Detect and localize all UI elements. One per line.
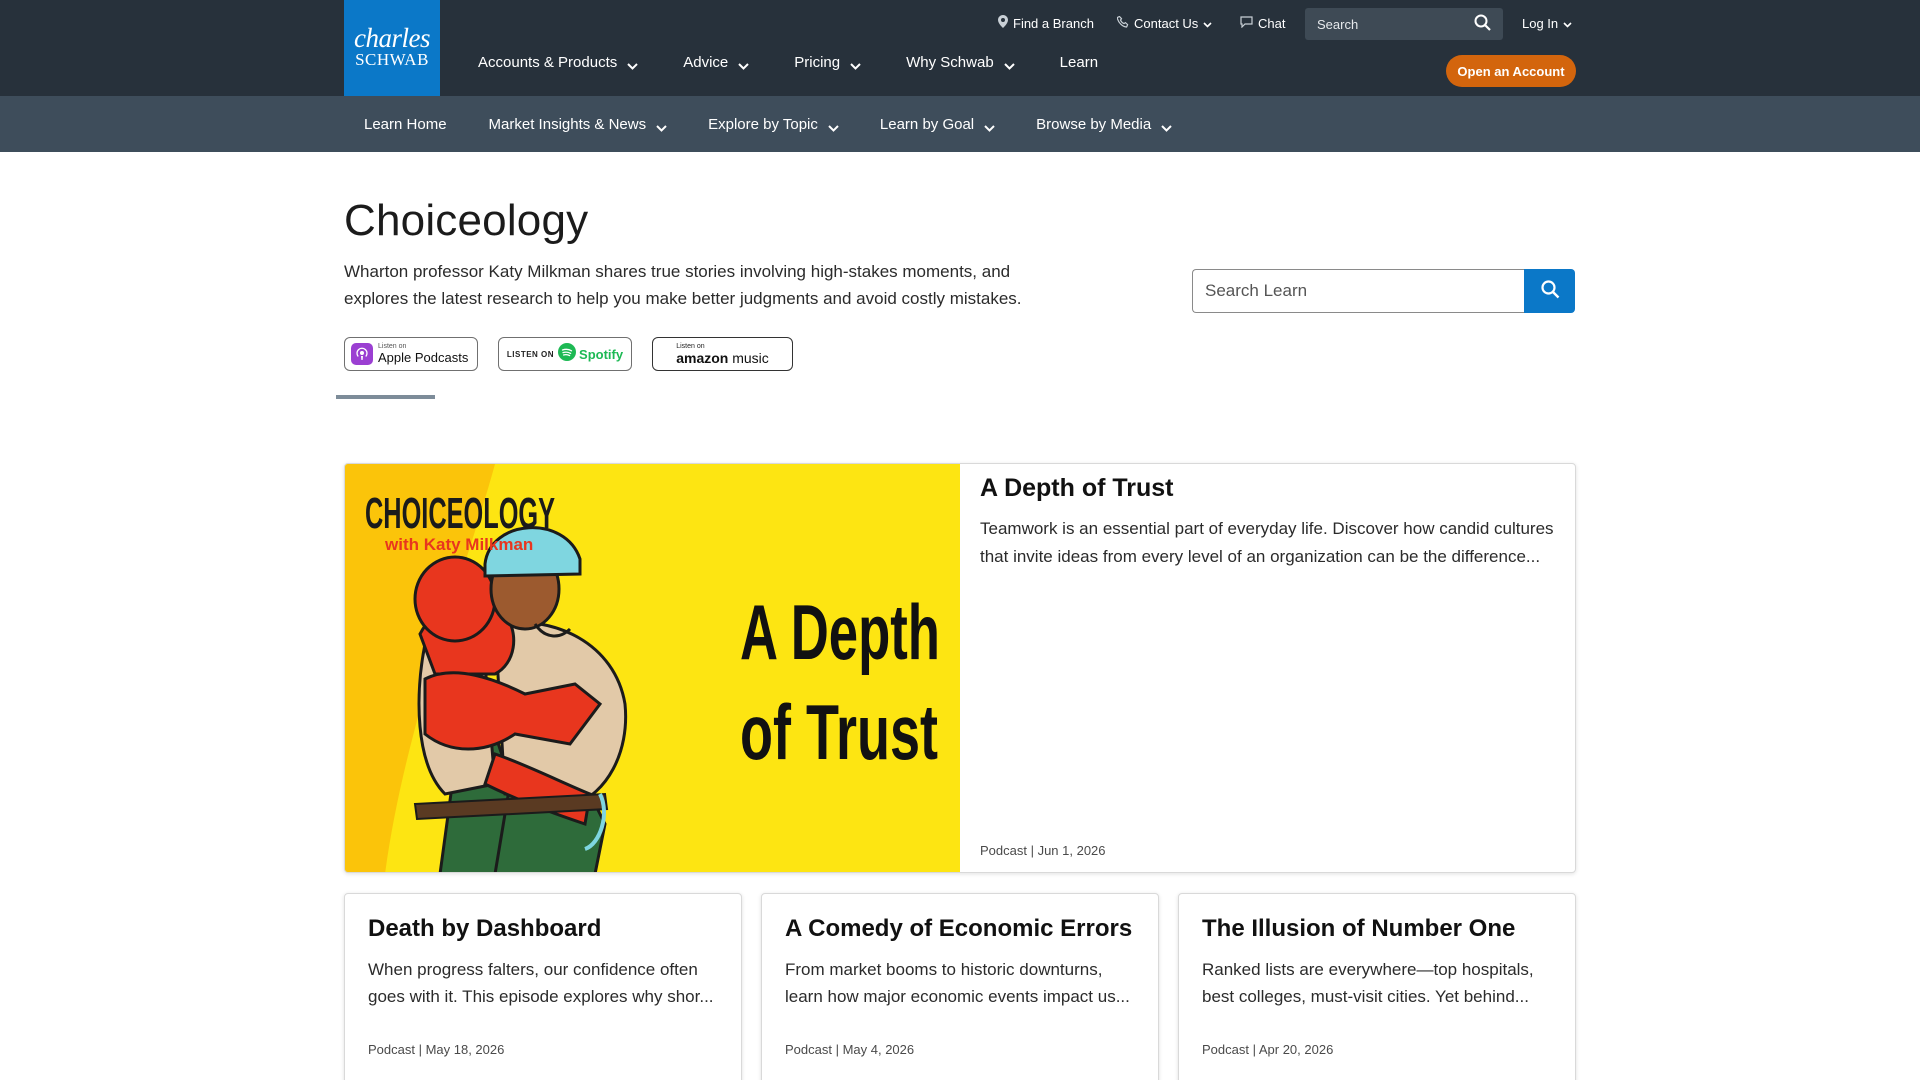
episode-title[interactable]: A Comedy of Economic Errors (785, 915, 1132, 943)
search-icon (1540, 279, 1560, 304)
featured-episode-title[interactable]: A Depth of Trust (980, 474, 1174, 503)
login-label: Log In (1522, 15, 1559, 31)
spotify-badge[interactable]: LISTEN ON Spotify (498, 337, 632, 371)
episode-card[interactable]: Death by Dashboard When progress falters… (344, 893, 742, 1080)
art-host-name: with Katy Milkman (384, 535, 533, 554)
chat-label: Chat (1258, 15, 1286, 31)
spotify-wordmark: Spotify (579, 346, 624, 362)
episode-description: From market booms to historic downturns,… (785, 960, 1130, 1006)
learn-search-button[interactable] (1524, 269, 1575, 313)
episode-description: When progress falters, our confidence of… (368, 960, 714, 1006)
sub-nav-market-insights[interactable]: Market Insights & News (489, 116, 667, 133)
main-nav-label: Why Schwab (906, 53, 994, 71)
learn-sub-nav: Learn Home Market Insights & News Explor… (0, 96, 1920, 152)
art-title-line-1: A Depth (740, 588, 940, 676)
main-nav: Accounts & Products Advice Pricing Why S… (478, 50, 1144, 98)
episode-meta: Podcast | May 4, 2026 (785, 1042, 915, 1057)
contact-us-label: Contact Us (1134, 15, 1199, 31)
chevron-down-icon (1563, 16, 1572, 31)
spotify-icon (558, 342, 577, 366)
podcast-badges: Listen on Apple Podcasts LISTEN ON Spoti… (344, 337, 813, 371)
chevron-down-icon (656, 119, 667, 132)
open-account-button[interactable]: Open an Account (1446, 55, 1576, 87)
site-search-input[interactable]: Search (1305, 8, 1503, 40)
sub-nav-learn-by-goal[interactable]: Learn by Goal (879, 115, 995, 133)
learn-search-input[interactable]: Search Learn (1192, 269, 1524, 313)
episode-title[interactable]: The Illusion of Number One (1202, 915, 1515, 943)
site-search-placeholder: Search (1317, 16, 1359, 32)
phone-icon (1116, 15, 1129, 31)
art-show-name: CHOICEOLOGY (365, 489, 555, 538)
episode-description: Ranked lists are everywhere—top hospital… (1202, 960, 1534, 1006)
sub-nav-explore-topic[interactable]: Explore by Topic (708, 115, 839, 133)
logo-line-2: SCHWAB (355, 50, 429, 69)
sub-nav-label: Market Insights & News (488, 115, 647, 133)
search-icon[interactable] (1474, 14, 1491, 34)
page-title: Choiceology (344, 196, 589, 245)
chat-link[interactable]: Chat (1240, 0, 1285, 46)
logo-line-1: charles (354, 23, 430, 53)
spotify-listen-text: LISTEN ON (506, 349, 555, 359)
featured-episode-description: Teamwork is an essential part of everyda… (980, 519, 1554, 566)
tab-indicator (336, 395, 435, 399)
main-nav-accounts-products[interactable]: Accounts & Products (478, 50, 638, 74)
top-header: charles SCHWAB Find a Branch Contact Us … (0, 0, 1920, 96)
sub-nav-label: Explore by Topic (708, 115, 818, 133)
location-pin-icon (998, 15, 1008, 31)
chevron-down-icon (738, 57, 749, 70)
find-branch-label: Find a Branch (1013, 15, 1094, 31)
chat-bubble-icon (1240, 15, 1253, 31)
find-branch-link[interactable]: Find a Branch (998, 0, 1094, 46)
sub-nav-browse-media[interactable]: Browse by Media (1036, 115, 1172, 133)
apple-podcasts-icon (351, 343, 373, 365)
sub-nav-label: Learn by Goal (879, 115, 975, 133)
episode-meta: Podcast | Apr 20, 2026 (1202, 1042, 1334, 1057)
featured-episode-artwork: CHOICEOLOGY with Katy Milkman A Depth of… (345, 464, 960, 872)
sub-nav-label: Browse by Media (1036, 115, 1152, 133)
login-menu[interactable]: Log In (1522, 0, 1572, 46)
episode-card[interactable]: A Comedy of Economic Errors From market … (761, 893, 1159, 1080)
episode-meta: Podcast | May 18, 2026 (368, 1042, 505, 1057)
amazon-music-word: music (728, 350, 769, 366)
sub-nav-learn-home[interactable]: Learn Home (364, 116, 447, 133)
main-nav-label: Pricing (794, 53, 841, 71)
page-description: Wharton professor Katy Milkman shares tr… (344, 262, 1022, 308)
episode-card[interactable]: The Illusion of Number One Ranked lists … (1178, 893, 1576, 1080)
schwab-logo[interactable]: charles SCHWAB (344, 0, 440, 96)
apple-badge-text: Apple Podcasts (378, 350, 469, 365)
chevron-down-icon (1161, 119, 1172, 132)
main-nav-learn[interactable]: Learn (1060, 50, 1098, 74)
main-nav-advice[interactable]: Advice (683, 50, 749, 74)
featured-episode-card[interactable]: CHOICEOLOGY with Katy Milkman A Depth of… (344, 463, 1576, 873)
amazon-wordmark: amazon (676, 350, 729, 366)
amazon-music-badge[interactable]: Listen on amazon music (652, 337, 793, 371)
apple-podcasts-badge[interactable]: Listen on Apple Podcasts (344, 337, 478, 371)
featured-episode-meta: Podcast | Jun 1, 2026 (980, 843, 1106, 858)
amazon-badge-text: amazon music (676, 351, 769, 365)
chevron-down-icon (1003, 57, 1015, 70)
contact-us-menu[interactable]: Contact Us (1116, 0, 1212, 46)
chevron-down-icon (627, 57, 638, 70)
chevron-down-icon (850, 57, 861, 70)
chevron-down-icon (828, 119, 839, 132)
main-nav-label: Advice (683, 53, 729, 71)
featured-episode-body: A Depth of Trust Teamwork is an essentia… (980, 464, 1560, 872)
main-nav-why-schwab[interactable]: Why Schwab (906, 50, 1015, 74)
sub-nav-label: Learn Home (364, 115, 447, 133)
main-nav-pricing[interactable]: Pricing (794, 50, 861, 74)
chevron-down-icon (984, 119, 995, 132)
chevron-down-icon (1203, 16, 1212, 31)
main-nav-label: Learn (1059, 53, 1099, 71)
learn-search: Search Learn (1192, 269, 1577, 313)
main-nav-label: Accounts & Products (478, 53, 618, 71)
episode-title[interactable]: Death by Dashboard (368, 915, 601, 943)
art-title-line-2: of Trust (740, 688, 938, 776)
